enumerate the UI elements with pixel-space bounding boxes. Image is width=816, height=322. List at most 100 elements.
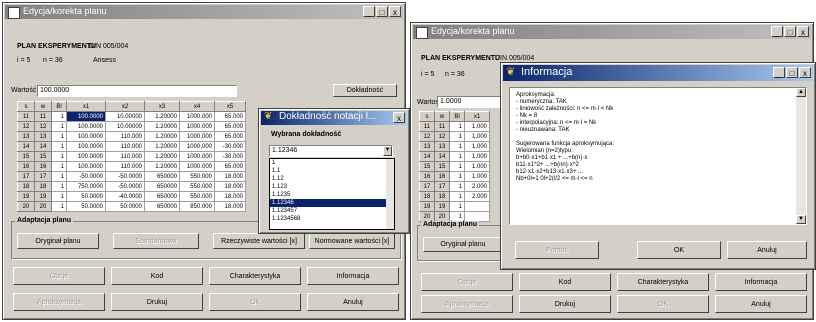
table-row[interactable]: 17 17 1 2.000 [419,181,490,192]
table-cell[interactable]: 1.000 [464,141,490,152]
col-header[interactable]: Bl [449,111,465,122]
table-cell[interactable] [464,211,490,222]
table-row[interactable]: 11 11 1 100.0000 10.00000 1.20000 1000.000 65.0… [17,111,246,122]
table-cell[interactable]: 550.000 [179,191,215,202]
maximize-icon[interactable]: □ [786,67,798,78]
right-window-titlebar[interactable]: Edycja/korekta planu _ □ x [413,25,811,39]
table-cell[interactable]: 1000.000 [179,111,215,122]
table-cell[interactable]: 100.0000 [66,141,106,152]
table-cell[interactable]: 65.000 [214,111,246,122]
table-cell[interactable]: 1 [449,201,465,212]
cancel-button[interactable]: Anuluj [715,295,807,313]
table-cell[interactable]: 1.20000 [144,131,180,142]
close-icon[interactable]: x [799,67,811,78]
col-header[interactable]: x4 [179,101,215,112]
close-icon[interactable]: x [797,26,809,37]
plan-table[interactable]: s w Bl x1 11 11 1 1.000 12 12 1 1.000 13 13 1 1.0… [419,111,490,222]
ok-button[interactable]: OK [209,293,301,311]
accuracy-option[interactable]: 1.1235 [270,191,394,199]
table-cell[interactable]: 850.000 [179,201,215,212]
chevron-down-icon[interactable]: ▼ [383,146,392,156]
table-cell[interactable]: 1000.000 [179,141,215,152]
table-row[interactable]: 15 15 1 1.000 [419,161,490,172]
table-cell[interactable]: 1 [449,151,465,162]
table-cell[interactable]: 100.0000 [66,161,106,172]
table-cell[interactable]: 10.00000 [105,121,145,132]
table-cell[interactable]: 1 [51,191,67,202]
accuracy-option[interactable]: 1 [270,159,394,167]
table-row[interactable]: 18 18 1 750.0000 -50.0000 650000 550.000 18.000 [17,181,246,192]
print-button[interactable]: Drukuj [111,293,203,311]
table-row[interactable]: 14 14 1 100.0000 110.000 1.20000 1000.000 -30.0… [17,141,246,152]
maximize-icon[interactable]: □ [376,6,388,17]
table-cell[interactable]: 110.000 [105,141,145,152]
accuracy-option[interactable]: 1.1 [270,167,394,175]
table-cell[interactable]: 110.000 [105,131,145,142]
accuracy-option[interactable]: 1.123 [270,183,394,191]
table-cell[interactable]: 18.000 [214,201,246,212]
accuracy-option[interactable]: 1.12 [270,175,394,183]
cancel-button[interactable]: Anuluj [727,241,807,259]
table-cell[interactable]: 1 [51,161,67,172]
info-dialog-titlebar[interactable]: ❦ Informacja _ □ x [503,65,813,81]
table-cell[interactable]: 1.000 [464,171,490,182]
col-header[interactable]: Bl [51,101,67,112]
table-cell[interactable]: -30.000 [214,141,246,152]
table-cell[interactable]: 110.000 [105,161,145,172]
table-cell[interactable]: -50.0000 [105,181,145,192]
table-cell[interactable]: -30.000 [214,151,246,162]
options-button[interactable]: Opcje [421,273,513,291]
code-button[interactable]: Kod [111,267,203,285]
info-memo[interactable]: Aproksymacja: - numeryczna: TAK - liniow… [509,87,807,225]
dropdown-scrollbar[interactable] [386,159,394,229]
table-cell[interactable]: 1000.000 [179,121,215,132]
table-cell[interactable]: 100.0000 [66,131,106,142]
table-cell[interactable]: 1.20000 [144,121,180,132]
table-row[interactable]: 15 15 1 100.0000 110.000 1.20000 1000.000 -30.0… [17,151,246,162]
table-cell[interactable]: 550.000 [179,171,215,182]
table-row[interactable]: 20 20 1 [419,211,490,222]
value-input[interactable]: 1.0000 [437,96,507,108]
table-row[interactable]: 17 17 1 -50.0000 -50.0000 650000 550.000 18.000 [17,171,246,182]
approximation-button[interactable]: Aproksymacja [421,295,513,313]
col-header[interactable]: s [17,101,35,112]
table-cell[interactable]: 1000.000 [179,131,215,142]
table-cell[interactable]: 1.000 [464,161,490,172]
col-header[interactable]: s [419,111,435,122]
accuracy-select[interactable]: 1.12346 [269,145,393,157]
code-button[interactable]: Kod [519,273,611,291]
cancel-button[interactable]: Anuluj [307,293,399,311]
help-button[interactable]: Pomoc [515,241,599,259]
accuracy-button[interactable]: Dokładność [333,84,397,97]
table-cell[interactable] [464,201,490,212]
normed-values-button[interactable]: Normowane wartości [x] [309,233,395,249]
table-cell[interactable]: 1.000 [464,151,490,162]
table-cell[interactable]: 65.000 [214,121,246,132]
scroll-down-icon[interactable]: ▼ [796,215,806,224]
table-row[interactable]: 20 20 1 50.0000 50.0000 650000 850.000 18.000 [17,201,246,212]
table-cell[interactable]: 1 [51,151,67,162]
minimize-icon[interactable]: _ [771,26,783,37]
left-window-titlebar[interactable]: Edycja/korekta planu _ □ x [5,5,403,19]
table-row[interactable]: 19 19 1 [419,201,490,212]
col-header[interactable]: w [34,101,52,112]
accuracy-dropdown-list[interactable]: 1 1.1 1.12 1.123 1.1235 1.12346 1.123457… [269,158,395,230]
table-cell[interactable]: 1.000 [464,131,490,142]
table-cell[interactable]: 1 [449,191,465,202]
characteristics-button[interactable]: Charakterystyka [209,267,301,285]
table-cell[interactable]: 18.000 [214,171,246,182]
maximize-icon[interactable]: □ [784,26,796,37]
close-icon[interactable]: x [393,112,405,123]
characteristics-button[interactable]: Charakterystyka [617,273,709,291]
table-row[interactable]: 14 14 1 1.000 [419,151,490,162]
table-row[interactable]: 13 13 1 1.000 [419,141,490,152]
col-header[interactable]: x1 [464,111,490,122]
table-cell[interactable]: 650000 [144,191,180,202]
col-header[interactable]: x5 [214,101,246,112]
table-cell[interactable]: 650000 [144,171,180,182]
table-cell[interactable]: 1 [449,161,465,172]
col-header[interactable]: w [434,111,450,122]
table-cell[interactable]: 650000 [144,181,180,192]
value-input[interactable]: 100.0000 [37,85,237,97]
approximation-button[interactable]: Aproksymacja [13,293,105,311]
